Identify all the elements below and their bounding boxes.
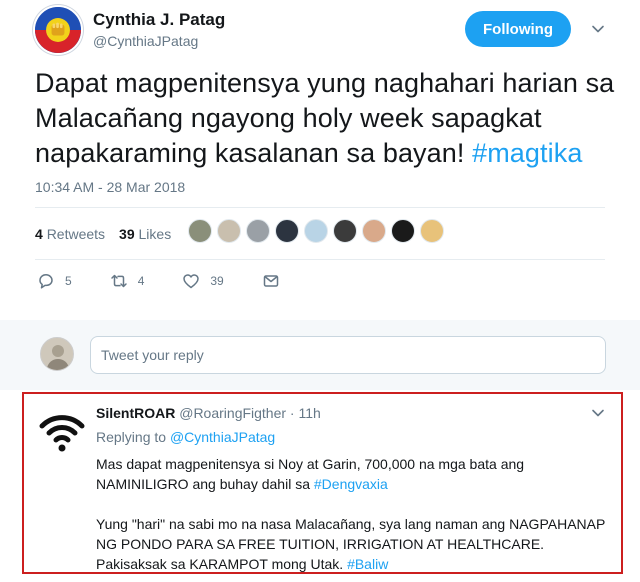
hashtag-link[interactable]: #Baliw <box>347 556 388 572</box>
liker-avatar[interactable] <box>217 219 241 243</box>
likers-avatars <box>188 219 444 243</box>
reply-header: SilentROAR @RoaringFigther · 11h <box>96 405 321 421</box>
author-avatar[interactable] <box>33 5 83 55</box>
liker-avatar[interactable] <box>304 219 328 243</box>
liker-avatar[interactable] <box>420 219 444 243</box>
divider <box>35 207 605 208</box>
liker-avatar[interactable] <box>275 219 299 243</box>
replying-to-link[interactable]: @CynthiaJPatag <box>170 429 275 445</box>
reply-author-name[interactable]: SilentROAR <box>96 405 175 421</box>
main-tweet: Cynthia J. Patag @CynthiaJPatag Followin… <box>0 0 640 320</box>
reply-action[interactable]: 5 <box>37 272 72 290</box>
retweet-action[interactable]: 4 <box>110 272 145 290</box>
highlighted-reply-tweet: SilentROAR @RoaringFigther · 11h Replyin… <box>22 392 623 574</box>
tweet-menu-chevron-down-icon[interactable] <box>591 22 605 36</box>
tweet-timestamp[interactable]: 10:34 AM - 28 Mar 2018 <box>35 179 185 195</box>
separator-dot: · <box>286 405 299 421</box>
retweet-count: 4 <box>137 274 145 288</box>
reply-paragraph-text: Mas dapat magpenitensya si Noy at Garin,… <box>96 456 525 492</box>
message-action[interactable] <box>262 272 280 290</box>
reply-count: 5 <box>65 274 72 288</box>
following-button[interactable]: Following <box>465 11 571 47</box>
reply-input[interactable]: Tweet your reply <box>90 336 606 374</box>
hashtag-link[interactable]: #Dengvaxia <box>314 476 388 492</box>
like-count: 39 <box>210 274 224 288</box>
message-icon <box>263 275 278 287</box>
pirma-logo-icon <box>35 7 81 53</box>
author-name[interactable]: Cynthia J. Patag <box>93 10 225 30</box>
reply-paragraph: Yung "hari" na sabi mo na nasa Malacañan… <box>96 514 616 574</box>
liker-avatar[interactable] <box>246 219 270 243</box>
reply-author-handle[interactable]: @RoaringFigther <box>179 405 286 421</box>
divider <box>35 259 605 260</box>
retweet-icon <box>110 274 127 288</box>
liker-avatar[interactable] <box>188 219 212 243</box>
like-icon <box>183 274 200 289</box>
tweet-text: Dapat magpenitensya yung naghahari haria… <box>35 66 625 171</box>
reply-text: Mas dapat magpenitensya si Noy at Garin,… <box>96 454 616 582</box>
author-handle[interactable]: @CynthiaJPatag <box>93 33 198 49</box>
user-photo-icon <box>41 338 73 370</box>
reply-icon <box>39 274 53 289</box>
liker-avatar[interactable] <box>391 219 415 243</box>
tweet-actions: 5 4 39 <box>37 272 318 290</box>
replying-to-label: Replying to <box>96 429 170 445</box>
reply-menu-chevron-down-icon[interactable] <box>591 406 605 420</box>
current-user-avatar[interactable] <box>40 337 74 371</box>
like-action[interactable]: 39 <box>182 272 224 290</box>
tweet-stats: 4 Retweets 39 Likes <box>35 226 171 242</box>
reply-paragraph: Mas dapat magpenitensya si Noy at Garin,… <box>96 454 616 494</box>
reply-time[interactable]: 11h <box>299 405 321 421</box>
likes-stat[interactable]: 39 Likes <box>119 226 171 242</box>
liker-avatar[interactable] <box>333 219 357 243</box>
wifi-icon[interactable] <box>38 408 86 456</box>
replying-to: Replying to @CynthiaJPatag <box>96 429 275 445</box>
tweet-hashtag-link[interactable]: #magtika <box>472 138 582 168</box>
liker-avatar[interactable] <box>362 219 386 243</box>
reply-composer: Tweet your reply <box>0 320 640 390</box>
retweets-stat[interactable]: 4 Retweets <box>35 226 105 242</box>
